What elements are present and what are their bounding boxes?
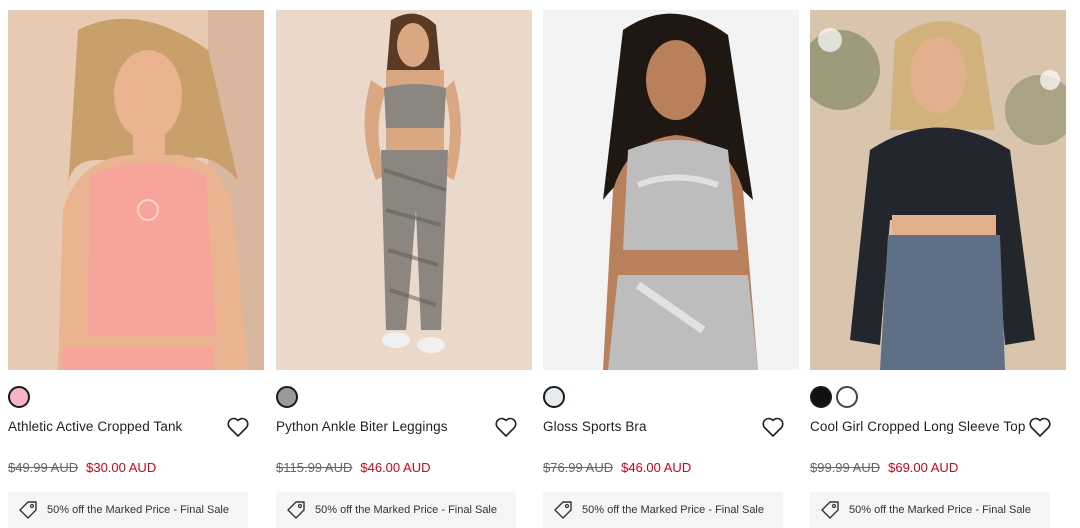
promo-text: 50% off the Marked Price - Final Sale <box>582 504 764 516</box>
product-name[interactable]: Python Ankle Biter Leggings <box>276 419 448 434</box>
color-swatches <box>276 386 298 408</box>
color-swatch-silver[interactable] <box>543 386 565 408</box>
product-name[interactable]: Gloss Sports Bra <box>543 419 647 434</box>
original-price: $99.99 AUD <box>810 460 881 475</box>
color-swatch-white[interactable] <box>836 386 858 408</box>
wishlist-heart-icon[interactable] <box>761 416 785 438</box>
promo-banner: 50% off the Marked Price - Final Sale <box>8 492 248 528</box>
promo-banner: 50% off the Marked Price - Final Sale <box>810 492 1050 528</box>
price-row: $115.99 AUD $46.00 AUD <box>276 460 430 475</box>
product-image[interactable] <box>8 10 264 370</box>
product-name[interactable]: Athletic Active Cropped Tank <box>8 419 182 434</box>
price-tag-icon <box>820 500 840 520</box>
product-card[interactable]: Athletic Active Cropped Tank $49.99 AUD $… <box>8 10 264 528</box>
promo-text: 50% off the Marked Price - Final Sale <box>47 504 229 516</box>
color-swatch-grey[interactable] <box>276 386 298 408</box>
sale-price: $46.00 AUD <box>621 460 692 475</box>
original-price: $115.99 AUD <box>276 460 353 475</box>
sale-price: $30.00 AUD <box>86 460 157 475</box>
color-swatches <box>8 386 30 408</box>
product-image[interactable] <box>810 10 1066 370</box>
color-swatch-pink[interactable] <box>8 386 30 408</box>
price-row: $76.99 AUD $46.00 AUD <box>543 460 691 475</box>
price-row: $49.99 AUD $30.00 AUD <box>8 460 156 475</box>
original-price: $49.99 AUD <box>8 460 79 475</box>
product-card[interactable]: Python Ankle Biter Leggings $115.99 AUD $… <box>276 10 532 528</box>
product-image[interactable] <box>543 10 799 370</box>
color-swatches <box>810 386 858 408</box>
price-tag-icon <box>286 500 306 520</box>
promo-banner: 50% off the Marked Price - Final Sale <box>276 492 516 528</box>
product-image[interactable] <box>276 10 532 370</box>
wishlist-heart-icon[interactable] <box>226 416 250 438</box>
product-name[interactable]: Cool Girl Cropped Long Sleeve Top <box>810 419 1025 434</box>
wishlist-heart-icon[interactable] <box>1028 416 1052 438</box>
promo-banner: 50% off the Marked Price - Final Sale <box>543 492 783 528</box>
product-card[interactable]: Gloss Sports Bra $76.99 AUD $46.00 AUD 50… <box>543 10 799 528</box>
price-tag-icon <box>18 500 38 520</box>
promo-text: 50% off the Marked Price - Final Sale <box>849 504 1031 516</box>
sale-price: $69.00 AUD <box>888 460 959 475</box>
color-swatch-black[interactable] <box>810 386 832 408</box>
price-row: $99.99 AUD $69.00 AUD <box>810 460 958 475</box>
wishlist-heart-icon[interactable] <box>494 416 518 438</box>
promo-text: 50% off the Marked Price - Final Sale <box>315 504 497 516</box>
product-card[interactable]: Cool Girl Cropped Long Sleeve Top $99.99… <box>810 10 1066 528</box>
sale-price: $46.00 AUD <box>360 460 431 475</box>
price-tag-icon <box>553 500 573 520</box>
color-swatches <box>543 386 565 408</box>
original-price: $76.99 AUD <box>543 460 614 475</box>
